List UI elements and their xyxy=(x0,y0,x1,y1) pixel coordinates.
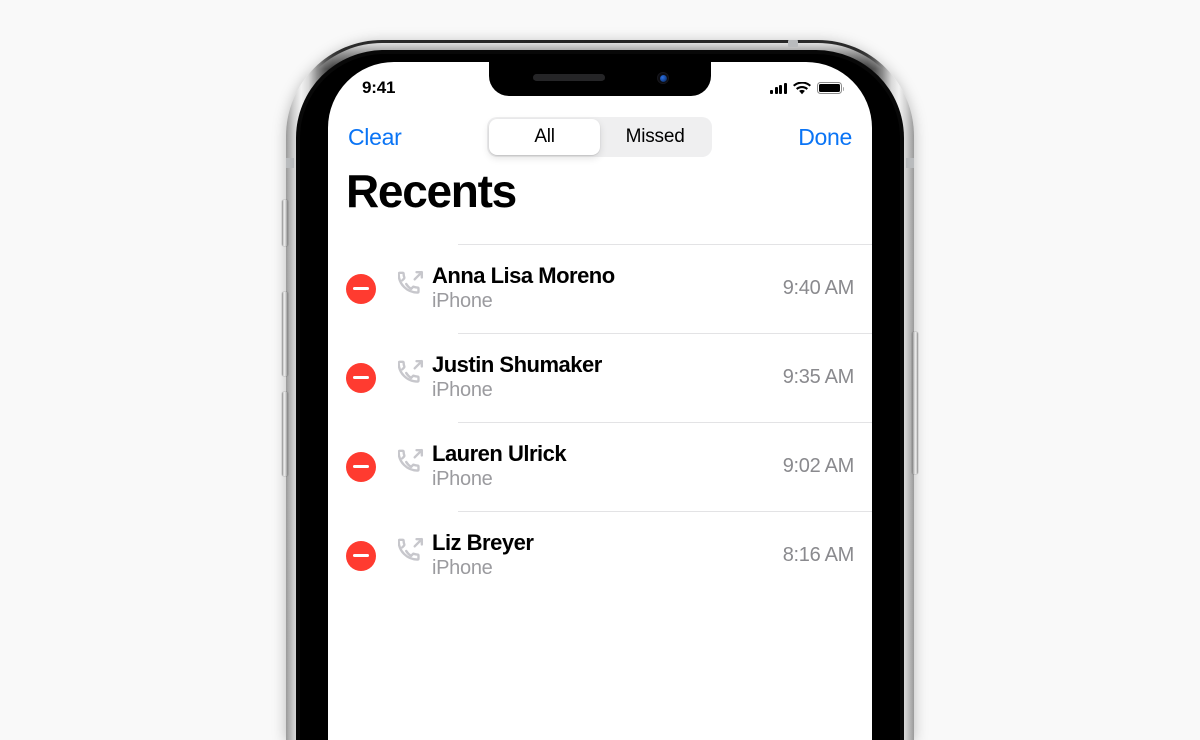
wifi-icon xyxy=(793,81,811,94)
call-time: 8:16 AM xyxy=(782,544,855,566)
outgoing-call-icon xyxy=(398,359,424,383)
contact-label: iPhone xyxy=(432,556,493,579)
contact-name: Justin Shumaker xyxy=(432,352,602,378)
row-text: Justin Shumaker iPhone xyxy=(432,352,783,403)
row-separator xyxy=(458,244,872,245)
antenna-band-right xyxy=(906,158,914,168)
page-title: Recents xyxy=(346,165,517,217)
volume-down-button[interactable] xyxy=(282,392,288,476)
antenna-band-left xyxy=(286,158,294,168)
contact-label: iPhone xyxy=(432,378,493,401)
row-text: Lauren Ulrick iPhone xyxy=(432,441,783,492)
table-row[interactable]: Lauren Ulrick iPhone 9:02 AM xyxy=(328,422,872,511)
status-bar-indicators xyxy=(770,81,845,95)
row-text: Anna Lisa Moreno iPhone xyxy=(432,263,783,314)
call-time: 9:02 AM xyxy=(782,455,855,477)
contact-name: Liz Breyer xyxy=(432,530,534,556)
done-button[interactable]: Done xyxy=(796,120,854,155)
status-bar-time: 9:41 xyxy=(362,78,396,97)
segment-all[interactable]: All xyxy=(489,119,600,155)
clear-button[interactable]: Clear xyxy=(346,120,403,155)
front-camera-icon xyxy=(657,72,669,84)
outgoing-call-icon xyxy=(398,448,424,472)
filter-segmented-control[interactable]: All Missed xyxy=(487,117,713,157)
display-notch xyxy=(489,62,711,96)
recents-call-list: Anna Lisa Moreno iPhone 9:40 AM Justin S… xyxy=(328,244,872,600)
delete-row-button[interactable] xyxy=(346,362,376,393)
contact-name: Anna Lisa Moreno xyxy=(432,263,615,289)
table-row[interactable]: Liz Breyer iPhone 8:16 AM xyxy=(328,511,872,600)
outgoing-call-icon xyxy=(398,537,424,561)
contact-label: iPhone xyxy=(432,467,493,490)
battery-icon xyxy=(817,82,845,94)
row-separator xyxy=(458,333,872,334)
row-separator xyxy=(458,511,872,512)
phone-screen: 9:41 Clear All Missed Done Recents Anna … xyxy=(328,62,872,740)
delete-row-button[interactable] xyxy=(346,273,376,304)
iphone-device: 9:41 Clear All Missed Done Recents Anna … xyxy=(282,40,918,740)
table-row[interactable]: Justin Shumaker iPhone 9:35 AM xyxy=(328,333,872,422)
delete-row-button[interactable] xyxy=(346,451,376,482)
contact-label: iPhone xyxy=(432,289,493,312)
side-power-button[interactable] xyxy=(912,332,918,474)
ring-silent-switch[interactable] xyxy=(282,200,288,246)
segment-missed[interactable]: Missed xyxy=(600,119,711,155)
outgoing-call-icon xyxy=(398,270,424,294)
earpiece-speaker-icon xyxy=(533,74,605,81)
antenna-band-top xyxy=(788,40,798,47)
row-text: Liz Breyer iPhone xyxy=(432,530,783,581)
contact-name: Lauren Ulrick xyxy=(432,441,567,467)
table-row[interactable]: Anna Lisa Moreno iPhone 9:40 AM xyxy=(328,244,872,333)
navigation-bar: Clear All Missed Done xyxy=(328,108,872,166)
call-time: 9:35 AM xyxy=(782,366,855,388)
row-separator xyxy=(458,422,872,423)
volume-up-button[interactable] xyxy=(282,292,288,376)
delete-row-button[interactable] xyxy=(346,540,376,571)
signal-bars-icon xyxy=(770,82,787,94)
call-time: 9:40 AM xyxy=(782,277,855,299)
